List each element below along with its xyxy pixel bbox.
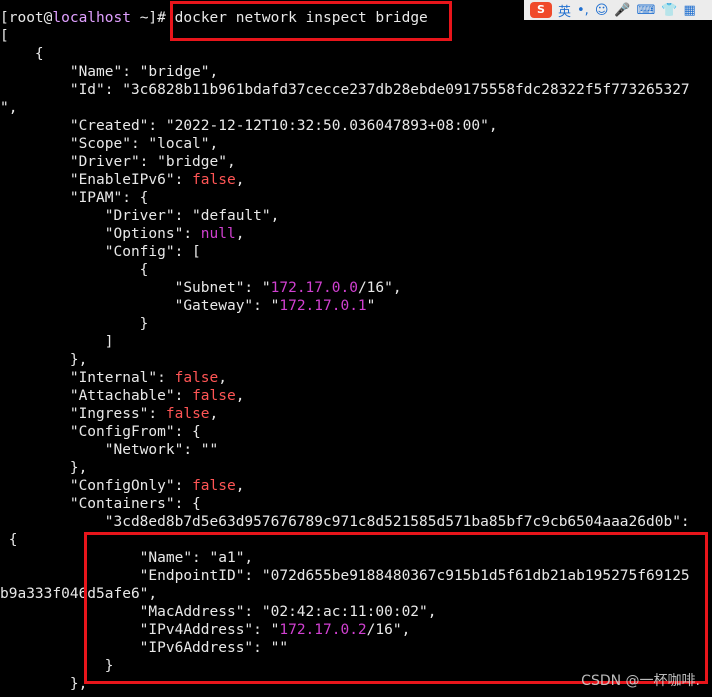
terminal-line: "Id": "3c6828b11b961bdafd37cecce237db28e… (0, 81, 690, 99)
line-text: "Network": "" (0, 442, 219, 458)
highlighted-value: false (174, 370, 219, 386)
highlighted-value: 172.17.0.0 (270, 280, 358, 296)
line-text: ", (0, 100, 18, 116)
line-text: /16", (357, 280, 402, 296)
line-text: " (366, 298, 376, 314)
watermark: CSDN @一杯咖啡. (581, 673, 700, 689)
terminal-line: "Scope": "local", (0, 135, 218, 153)
terminal-line: "Options": null, (0, 225, 245, 243)
ime-emoji-icon[interactable]: ☺ (595, 3, 609, 18)
ime-microphone-icon[interactable]: 🎤 (614, 3, 630, 18)
command-highlight-box (170, 1, 452, 41)
terminal-line: { (0, 45, 44, 63)
terminal-line: }, (0, 459, 87, 477)
line-text: { (0, 532, 18, 548)
terminal-line: "Subnet": "172.17.0.0/16", (0, 279, 402, 297)
line-text: }, (0, 352, 88, 368)
line-text: "Name": "bridge", (0, 64, 219, 80)
terminal-line: "Created": "2022-12-12T10:32:50.03604789… (0, 117, 498, 135)
terminal-line: { (0, 261, 149, 279)
terminal-line: { (0, 531, 18, 549)
terminal-line: "Containers": { (0, 495, 201, 513)
highlighted-value: 172.17.0.1 (279, 298, 367, 314)
terminal-line: [ (0, 27, 9, 45)
line-text: "IPAM": { (0, 190, 149, 206)
line-text: "Containers": { (0, 496, 201, 512)
line-text: "3cd8ed8b7d5e63d957676789c971c8d521585d5… (0, 514, 690, 530)
terminal-line: "Attachable": false, (0, 387, 245, 405)
line-text: }, (0, 460, 88, 476)
terminal-line: }, (0, 675, 87, 693)
line-text: , (209, 406, 219, 422)
terminal-line: "ConfigOnly": false, (0, 477, 245, 495)
terminal-line: "EnableIPv6": false, (0, 171, 245, 189)
ime-keyboard-icon[interactable]: ⌨ (637, 3, 656, 18)
line-text: "Driver": "default", (0, 208, 280, 224)
line-text: "Driver": "bridge", (0, 154, 236, 170)
line-text: , (235, 172, 245, 188)
line-text: "Scope": "local", (0, 136, 219, 152)
terminal-line: "Driver": "default", (0, 207, 280, 225)
terminal-line: "Config": [ (0, 243, 201, 261)
line-text: }, (0, 676, 88, 692)
line-text: ] (0, 334, 114, 350)
terminal-line: "Internal": false, (0, 369, 227, 387)
line-text: { (0, 262, 149, 278)
terminal-line: "Network": "" (0, 441, 219, 459)
ime-language-icon[interactable]: 英 (558, 1, 571, 20)
highlighted-value: false (192, 172, 236, 188)
terminal-line: ", (0, 99, 17, 117)
line-text: "ConfigOnly": (0, 478, 193, 494)
line-text: "Options": (0, 226, 201, 242)
terminal-line: "Gateway": "172.17.0.1" (0, 297, 376, 315)
line-text: "Config": [ (0, 244, 201, 260)
terminal-line: "Ingress": false, (0, 405, 218, 423)
ime-toolbar: S 英 •, ☺ 🎤 ⌨ 👕 ▦ (524, 0, 712, 20)
line-text: [ (0, 28, 9, 44)
container-highlight-box (84, 532, 708, 684)
ime-skin-icon[interactable]: 👕 (661, 3, 677, 18)
terminal-line: "IPAM": { (0, 189, 149, 207)
terminal-line: } (0, 315, 149, 333)
terminal-line: }, (0, 351, 87, 369)
highlighted-value: false (192, 478, 236, 494)
line-text: , (218, 370, 227, 386)
sogou-logo-icon[interactable]: S (530, 2, 552, 18)
line-text: "Created": "2022-12-12T10:32:50.03604789… (0, 118, 498, 134)
line-text: { (0, 46, 44, 62)
highlighted-value: null (200, 226, 236, 242)
terminal-line: "Name": "bridge", (0, 63, 218, 81)
ime-punctuation-icon[interactable]: •, (577, 3, 589, 18)
line-text: "Ingress": (0, 406, 166, 422)
line-text: "Id": "3c6828b11b961bdafd37cecce237db28e… (0, 82, 690, 98)
terminal-line: "Driver": "bridge", (0, 153, 236, 171)
ime-menu-icon[interactable]: ▦ (684, 3, 696, 18)
highlighted-value: false (165, 406, 210, 422)
terminal-line: ] (0, 333, 114, 351)
line-text: "Attachable": (0, 388, 193, 404)
line-text: "EnableIPv6": (0, 172, 193, 188)
line-text: "Internal": (0, 370, 175, 386)
line-text: , (235, 388, 245, 404)
line-text: "ConfigFrom": { (0, 424, 201, 440)
terminal-line: "ConfigFrom": { (0, 423, 201, 441)
line-text: "Gateway": " (0, 298, 280, 314)
terminal-line: "3cd8ed8b7d5e63d957676789c971c8d521585d5… (0, 513, 690, 531)
line-text: , (235, 226, 245, 242)
line-text: } (0, 316, 149, 332)
line-text: "Subnet": " (0, 280, 271, 296)
line-text: , (235, 478, 245, 494)
highlighted-value: false (192, 388, 236, 404)
